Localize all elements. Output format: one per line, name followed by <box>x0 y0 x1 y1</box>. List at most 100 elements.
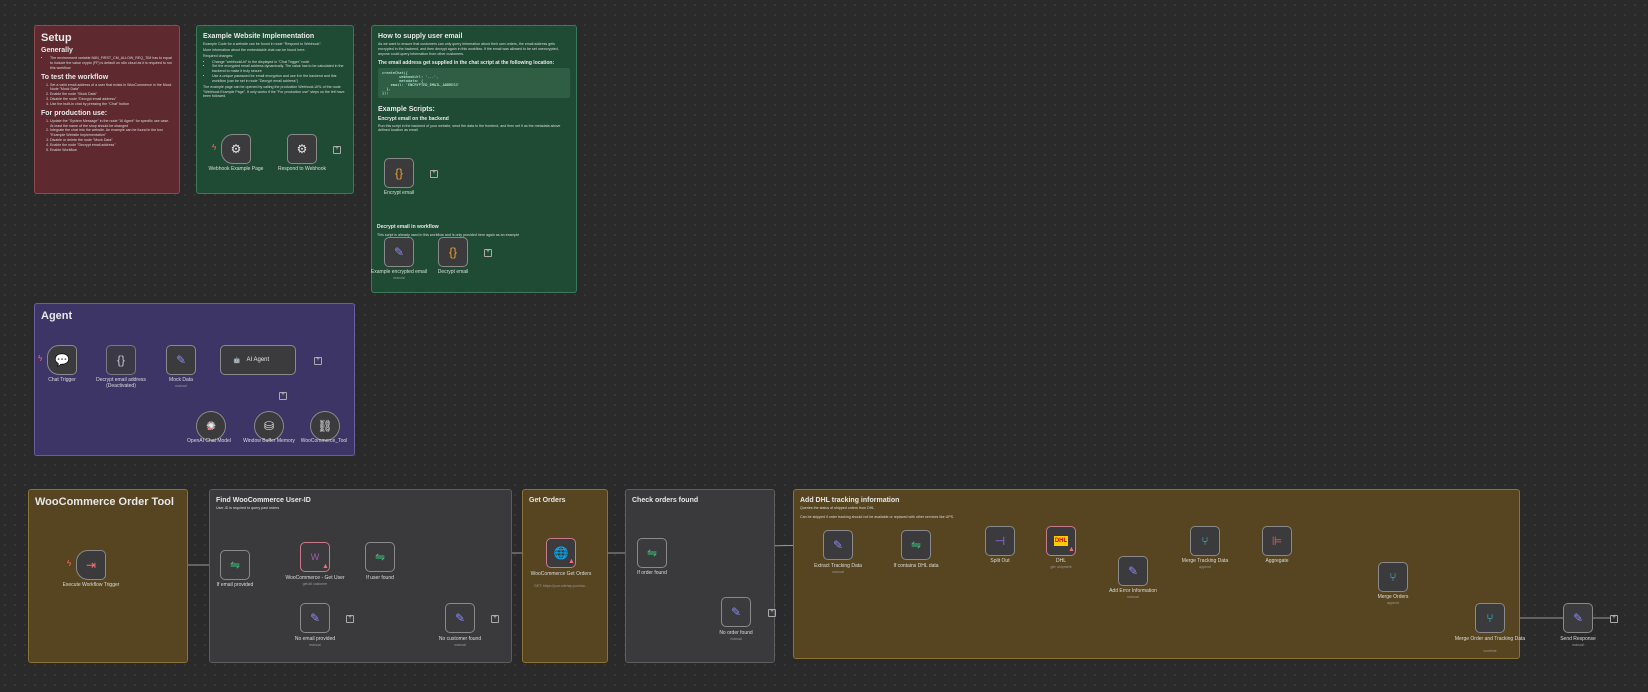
webhook-node[interactable]: ⚙ <box>221 134 251 164</box>
order-tool-title: WooCommerce Order Tool <box>35 496 174 508</box>
add-node-button[interactable]: + <box>346 615 354 623</box>
no-email-label: No email provided <box>294 636 336 642</box>
if-icon: ⇋ <box>646 546 658 560</box>
add-tool-button[interactable]: + <box>279 392 287 400</box>
if-dhl-label: If contains DHL data <box>893 563 939 569</box>
database-icon: ⛁ <box>263 419 275 433</box>
code-braces-icon: {} <box>448 245 457 259</box>
if-user-label: If user found <box>366 575 394 581</box>
if-order-label: If order found <box>637 570 667 576</box>
no-email-sub: manual <box>309 643 321 647</box>
order-tool-sticky-note[interactable]: WooCommerce Order Tool <box>28 489 188 663</box>
aggregate-node[interactable]: ⊫ <box>1262 526 1292 556</box>
add-node-button[interactable]: + <box>484 249 492 257</box>
chat-trigger-node[interactable]: 💬 <box>47 345 77 375</box>
merge-orders-node[interactable]: ⑂ <box>1378 562 1408 592</box>
decrypt-heading: Decrypt email in workflow <box>377 224 439 230</box>
code-braces-icon: {} <box>394 166 403 180</box>
test-heading: To test the workflow <box>41 73 109 81</box>
woo-tool-node[interactable]: ⛓ <box>310 411 340 441</box>
decrypt-email-label: Decrypt email <box>437 269 469 275</box>
dhl-label: DHL <box>1055 558 1066 564</box>
add-node-button[interactable]: + <box>430 170 438 178</box>
merge-orders-label: Merge Orders <box>1377 594 1409 600</box>
dhl-sticky-note[interactable]: Add DHL tracking information Queries the… <box>793 489 1520 659</box>
encrypt-email-label: Encrypt email <box>383 190 415 196</box>
execute-trigger-node[interactable]: ⇥ <box>76 550 106 580</box>
website-req: Required changes: <box>203 53 234 58</box>
if-email-node[interactable]: ⇋ <box>220 550 250 580</box>
merge-final-sub: combine <box>1483 649 1497 653</box>
mock-data-sub: manual <box>175 384 187 388</box>
pencil-icon: ✎ <box>393 245 405 259</box>
example-encrypted-node[interactable]: ✎ <box>384 237 414 267</box>
aggregate-label: Aggregate <box>1265 558 1289 564</box>
example-encrypted-sub: manual <box>393 276 405 280</box>
decrypt-text-block: Decrypt email in workflow This script is… <box>377 224 575 237</box>
website-p2: More information about the embeddable ch… <box>203 47 306 52</box>
no-order-sub: manual <box>730 637 742 641</box>
woo-get-orders-label: WooCommerce Get Orders <box>530 571 592 577</box>
pencil-icon: ✎ <box>454 611 466 625</box>
add-node-button[interactable]: + <box>768 609 776 617</box>
decrypt-email-node[interactable]: {} <box>438 237 468 267</box>
dhl-sub: get: shipment <box>1050 565 1072 569</box>
no-order-label: No order found <box>719 630 753 636</box>
workflow-icon: ⛓ <box>317 419 333 433</box>
merge-icon: ⑂ <box>1486 611 1494 625</box>
if-icon: ⇋ <box>374 550 386 564</box>
if-email-label: If email provided <box>216 582 254 588</box>
warning-icon: ▲ <box>206 425 213 432</box>
website-p3: The example page can be opened by callin… <box>203 84 345 99</box>
no-customer-node[interactable]: ✎ <box>445 603 475 633</box>
if-user-node[interactable]: ⇋ <box>365 542 395 572</box>
add-node-button[interactable]: + <box>314 357 322 365</box>
decrypt-address-node[interactable]: {} <box>106 345 136 375</box>
add-error-label: Add Error Information <box>1109 588 1157 594</box>
respond-webhook-node[interactable]: ⚙ <box>287 134 317 164</box>
if-order-node[interactable]: ⇋ <box>637 538 667 568</box>
merge-final-node[interactable]: ⑂ <box>1475 603 1505 633</box>
extract-tracking-sub: manual <box>832 570 844 574</box>
execute-trigger-label: Execute Workflow Trigger <box>62 582 120 588</box>
dhl-logo-icon: DHL <box>1053 536 1069 546</box>
if-icon: ⇋ <box>229 558 241 572</box>
woo-get-orders-sub: GET: https://your-site/wp-json/wc... <box>534 584 588 588</box>
no-order-node[interactable]: ✎ <box>721 597 751 627</box>
globe-icon: 🌐 <box>553 546 569 560</box>
robot-icon: 🤖 <box>233 357 241 364</box>
email-code-block: createChat({ webhookUrl: '...', metadata… <box>378 67 570 98</box>
pencil-icon: ✎ <box>309 611 321 625</box>
add-node-button[interactable]: + <box>1610 615 1618 623</box>
aggregate-icon: ⊫ <box>1271 534 1283 548</box>
email-title: How to supply user email <box>378 33 463 40</box>
code-braces-icon: {} <box>116 353 125 367</box>
pencil-icon: ✎ <box>175 353 187 367</box>
add-error-node[interactable]: ✎ <box>1118 556 1148 586</box>
memory-node[interactable]: ⛁ <box>254 411 284 441</box>
add-node-button[interactable]: + <box>491 615 499 623</box>
send-response-label: Send Response <box>1560 636 1596 642</box>
send-response-node[interactable]: ✎ <box>1563 603 1593 633</box>
merge-tracking-node[interactable]: ⑂ <box>1190 526 1220 556</box>
website-p1: Example Code for a website can be found … <box>203 42 322 46</box>
mock-data-label: Mock Data <box>169 377 193 383</box>
if-dhl-node[interactable]: ⇋ <box>901 530 931 560</box>
ai-agent-node[interactable]: 🤖 AI Agent <box>220 345 296 375</box>
test-list: Set a valid email address of a user that… <box>41 83 173 107</box>
setup-sticky-note[interactable]: Setup Generally The environment variable… <box>34 25 180 194</box>
sign-in-icon: ⇥ <box>85 558 97 572</box>
dhl-p1: Queries the status of shipped orders fro… <box>800 506 875 510</box>
encrypt-text: Run this script in the backend of your w… <box>378 123 561 133</box>
warning-icon: ▲ <box>322 563 329 570</box>
mock-data-node[interactable]: ✎ <box>166 345 196 375</box>
dhl-title: Add DHL tracking information <box>800 497 900 504</box>
merge-icon: ⑂ <box>1201 534 1209 548</box>
dhl-p2: Can be skipped if order tracking should … <box>800 514 955 519</box>
encrypt-email-node[interactable]: {} <box>384 158 414 188</box>
extract-tracking-node[interactable]: ✎ <box>823 530 853 560</box>
add-node-button[interactable]: + <box>333 146 341 154</box>
split-out-node[interactable]: ⊣ <box>985 526 1015 556</box>
extract-tracking-label: Extract Tracking Data <box>814 563 862 569</box>
no-email-node[interactable]: ✎ <box>300 603 330 633</box>
